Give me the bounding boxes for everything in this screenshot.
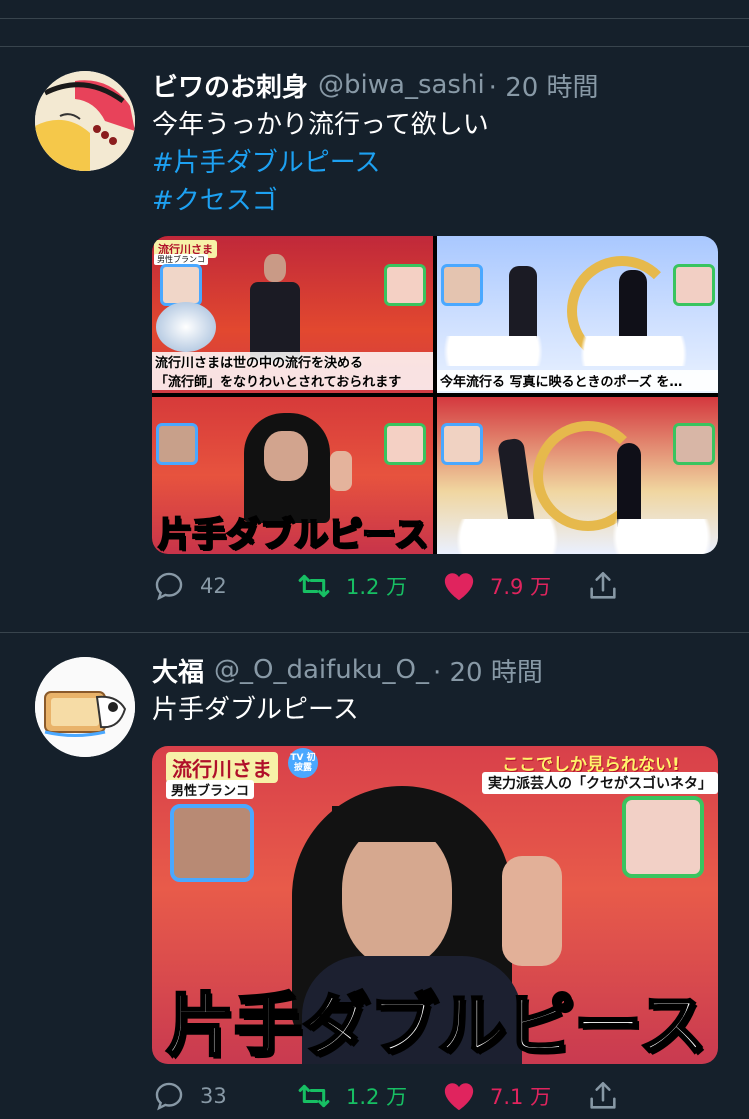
tweet[interactable]: ビワのお刺身 @biwa_sashi · 20 時間 今年うっかり流行って欲しい… [0, 47, 749, 632]
person-figure [497, 437, 535, 527]
person-figure [244, 254, 304, 362]
caption: 「流行師」をなりわいとされておられます [152, 371, 433, 390]
avatar-illustration [35, 71, 135, 171]
tweet-body: 今年うっかり流行って欲しい [152, 110, 489, 140]
timestamp[interactable]: · 20 時間 [489, 67, 599, 104]
handle[interactable]: @_O_daifuku_O_ [214, 655, 429, 685]
avatar[interactable] [35, 71, 135, 171]
like-button[interactable]: 7.1 万 [442, 1076, 551, 1116]
media-image[interactable]: 片手ダブルピース [152, 397, 433, 554]
inset-face [673, 423, 715, 465]
share-button[interactable] [586, 566, 634, 606]
retweet-icon [298, 574, 330, 598]
show-label: 流行川さま [166, 752, 278, 783]
reply-icon [155, 572, 183, 601]
peace-hand [330, 451, 352, 491]
display-name[interactable]: 大福 [152, 652, 204, 689]
media-grid[interactable]: 流行川さま 男性ブランコ 流行川さまは世の中の流行を決める 「流行師」をなりわい… [152, 236, 718, 554]
avatar-illustration [35, 657, 135, 757]
reply-button[interactable]: 42 [152, 566, 227, 606]
inset-face [156, 423, 198, 465]
retweet-button[interactable]: 1.2 万 [296, 1076, 407, 1116]
inset-face [622, 796, 704, 878]
reply-button[interactable]: 33 [152, 1076, 227, 1116]
tweet-header: ビワのお刺身 @biwa_sashi · 20 時間 [152, 67, 599, 103]
reply-icon [155, 1082, 183, 1111]
like-icon [444, 1083, 474, 1111]
cloud-decoration [437, 519, 718, 554]
retweet-icon [298, 1084, 330, 1108]
tweet[interactable]: 大福 @_O_daifuku_O_ · 20 時間 片手ダブルピース 流行川さま… [0, 633, 749, 1119]
media-image[interactable] [437, 397, 718, 554]
peace-hand [502, 856, 562, 966]
caption: 流行川さまは世の中の流行を決める [152, 352, 433, 371]
like-icon [444, 573, 474, 601]
tweet-actions: 33 1.2 万 7.1 万 [152, 1076, 722, 1116]
reply-count: 33 [200, 1084, 227, 1108]
tweet-header: 大福 @_O_daifuku_O_ · 20 時間 [152, 652, 543, 688]
caption: 今年流行る 写真に映るときのポーズ を… [437, 370, 718, 391]
like-count: 7.1 万 [490, 1085, 552, 1109]
person-figure [617, 443, 641, 527]
caption: 片手ダブルピース [165, 986, 709, 1065]
person-face [342, 826, 452, 966]
divider [0, 18, 749, 19]
retweet-count: 1.2 万 [346, 575, 408, 599]
display-name[interactable]: ビワのお刺身 [152, 67, 308, 104]
share-button[interactable] [586, 1076, 634, 1116]
retweet-button[interactable]: 1.2 万 [296, 566, 407, 606]
media-image[interactable]: 流行川さま 男性ブランコ 流行川さまは世の中の流行を決める 「流行師」をなりわい… [152, 236, 433, 393]
retweet-count: 1.2 万 [346, 1085, 408, 1109]
inset-face [441, 423, 483, 465]
person-bangs [332, 806, 462, 842]
like-button[interactable]: 7.9 万 [442, 566, 551, 606]
tweet-actions: 42 1.2 万 7.9 万 [152, 566, 722, 606]
cloud-decoration [437, 336, 718, 366]
tweet-text: 片手ダブルピース [152, 691, 359, 729]
caption: 片手ダブルピース [157, 514, 429, 554]
banner-bottom: 実力派芸人の「クセがスゴいネタ」 [482, 772, 718, 794]
reply-count: 42 [200, 574, 227, 598]
inset-face [673, 264, 715, 306]
inset-face [160, 264, 202, 306]
inset-face [441, 264, 483, 306]
like-count: 7.9 万 [490, 575, 552, 599]
tweet-text: 今年うっかり流行って欲しい #片手ダブルピース #クセスゴ [152, 106, 489, 220]
show-sublabel: 男性ブランコ [166, 780, 255, 799]
media-image[interactable]: 今年流行る 写真に映るときのポーズ を… [437, 236, 718, 393]
hashtag-link[interactable]: #片手ダブルピース [152, 144, 489, 182]
tv-badge: TV 初披露 [288, 748, 318, 778]
set-decoration [156, 302, 216, 352]
avatar[interactable] [35, 657, 135, 757]
share-icon [590, 1081, 616, 1109]
inset-face [384, 423, 426, 465]
share-icon [590, 571, 616, 599]
inset-face [170, 804, 254, 882]
hashtag-link[interactable]: #クセスゴ [152, 182, 489, 220]
handle[interactable]: @biwa_sashi [318, 70, 485, 100]
person-face [264, 431, 308, 481]
timestamp[interactable]: · 20 時間 [433, 652, 543, 689]
tweet-body: 片手ダブルピース [152, 695, 359, 725]
media-image[interactable]: 流行川さま TV 初披露 男性ブランコ ここでしか見られない! 実力派芸人の「ク… [152, 746, 718, 1064]
inset-face [384, 264, 426, 306]
